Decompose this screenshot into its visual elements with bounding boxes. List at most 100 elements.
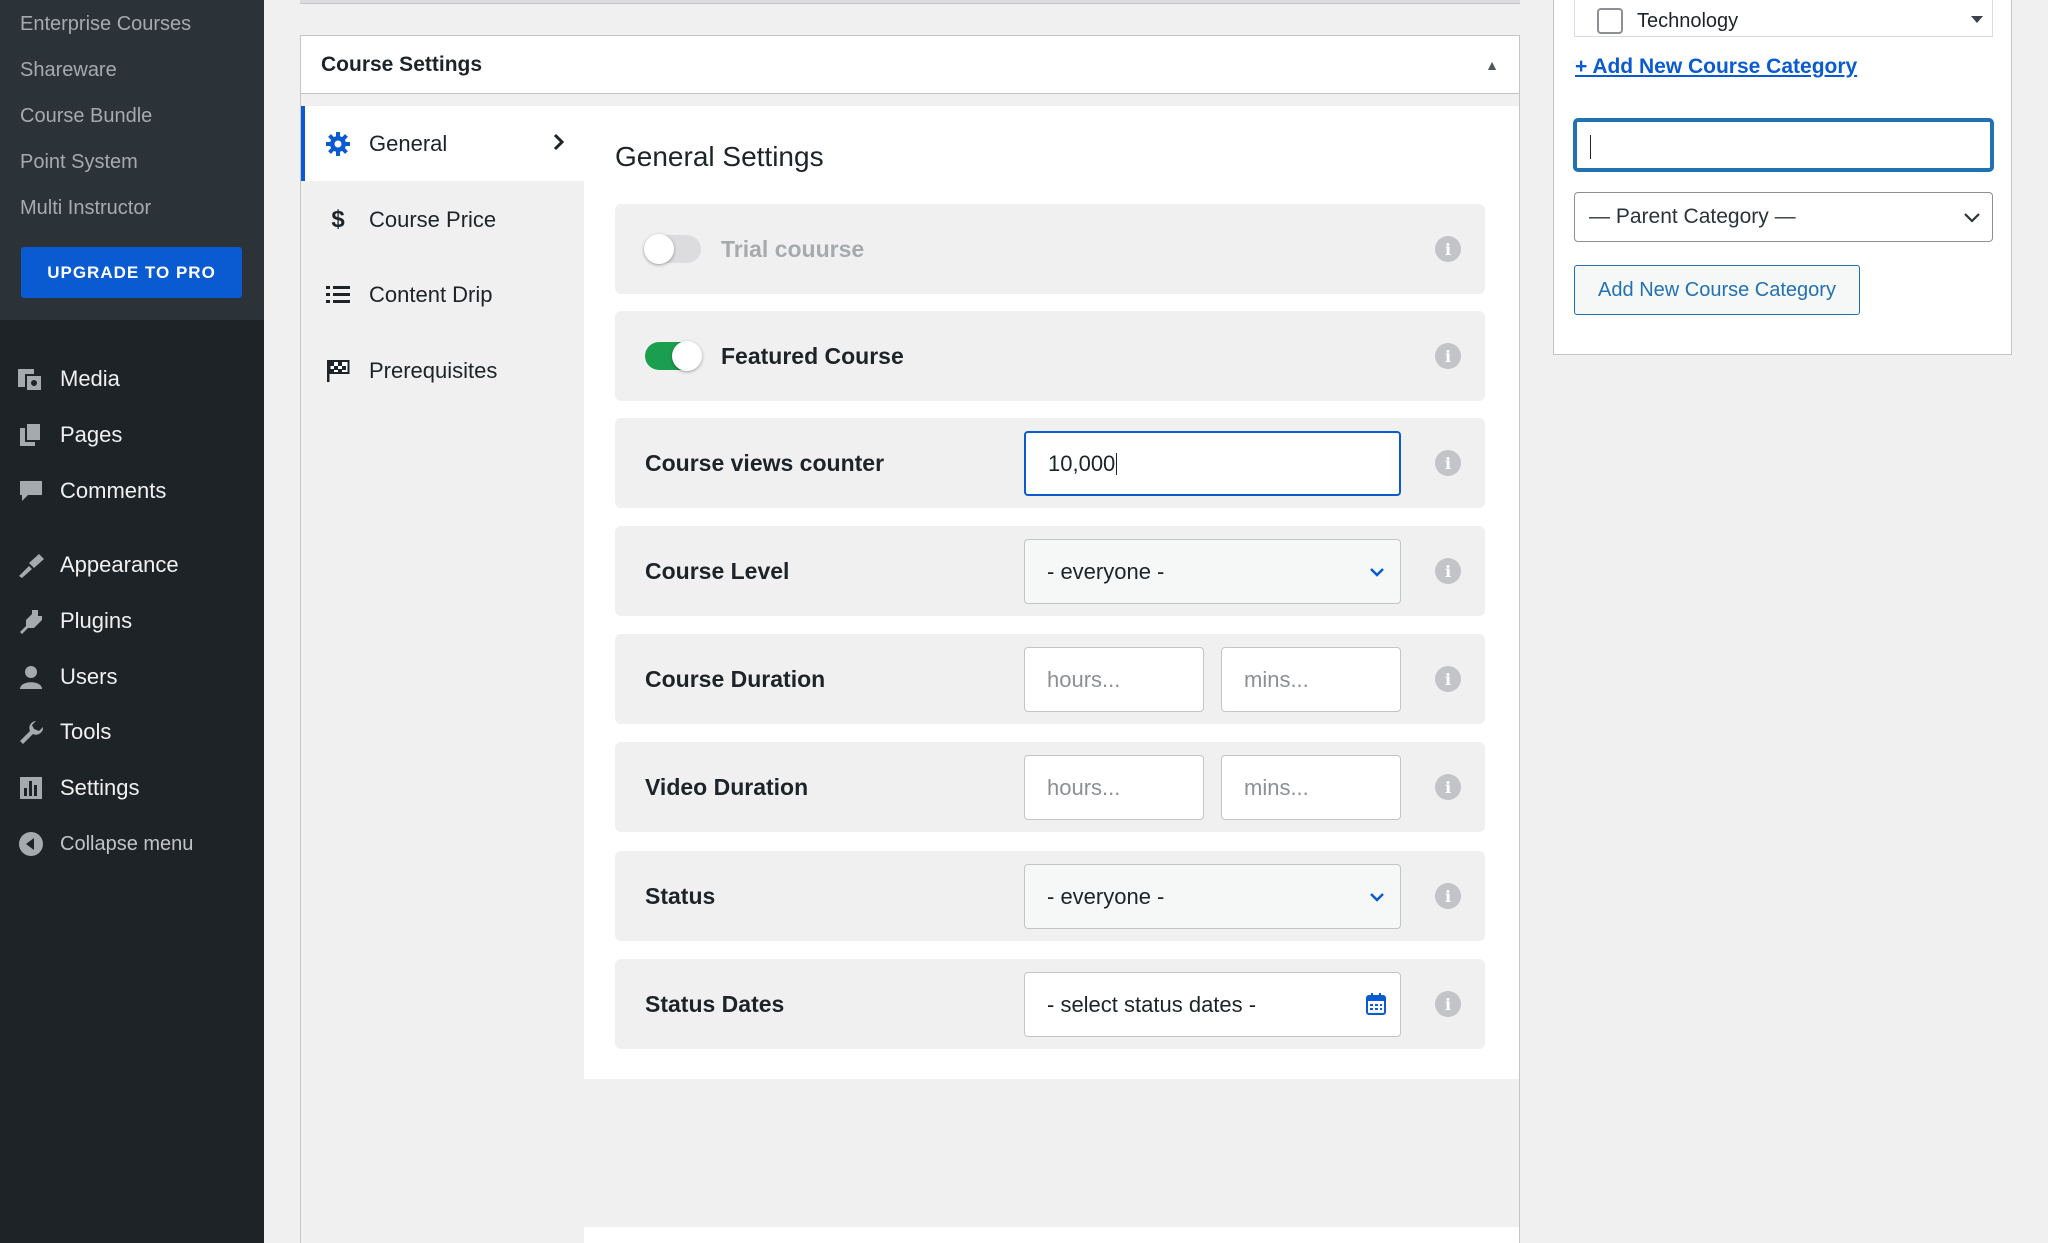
parent-category-select[interactable]: — Parent Category — — [1574, 192, 1993, 242]
course-category-box: Technology + Add New Course Category — P… — [1553, 0, 2012, 355]
tab-label: Prerequisites — [369, 357, 498, 383]
sidebar-item-comments[interactable]: Comments — [0, 468, 264, 514]
featured-course-toggle[interactable] — [645, 341, 702, 371]
sidebar-item-settings[interactable]: Settings — [0, 765, 264, 811]
tab-general[interactable]: General — [301, 106, 584, 181]
course-views-row: Course views counter 10,000 i — [615, 418, 1485, 508]
hours-placeholder: hours... — [1047, 666, 1121, 692]
category-checkbox-technology[interactable] — [1597, 8, 1623, 34]
course-duration-row: Course Duration hours... mins... i — [615, 634, 1485, 724]
scroll-down-icon[interactable] — [1970, 11, 1984, 29]
status-dates-label: Status Dates — [645, 990, 785, 1017]
gear-icon — [323, 131, 353, 156]
video-duration-hours-input[interactable]: hours... — [1024, 755, 1204, 820]
general-settings-panel: General Settings Trial couurse i Feature… — [584, 106, 1519, 1243]
video-duration-mins-input[interactable]: mins... — [1221, 755, 1401, 820]
video-duration-label: Video Duration — [645, 773, 809, 800]
sidebar-item-plugins[interactable]: Plugins — [0, 598, 264, 644]
mins-placeholder: mins... — [1244, 774, 1309, 800]
admin-sidebar: Enterprise Courses Shareware Course Bund… — [0, 0, 264, 1243]
sidebar-item-label: Settings — [60, 775, 140, 800]
tab-content-drip[interactable]: Content Drip — [301, 257, 584, 332]
category-label: Technology — [1637, 10, 1739, 32]
course-views-label: Course views counter — [645, 449, 885, 476]
course-level-select[interactable]: - everyone - — [1024, 539, 1401, 604]
trial-course-label: Trial couurse — [721, 235, 865, 262]
status-value: - everyone - — [1047, 883, 1165, 909]
appearance-icon — [16, 550, 46, 580]
status-dates-placeholder: - select status dates - — [1047, 991, 1257, 1017]
chevron-down-icon — [1962, 208, 1982, 234]
course-duration-mins-input[interactable]: mins... — [1221, 647, 1401, 712]
upgrade-to-pro-button[interactable]: UPGRADE TO PRO — [21, 247, 242, 298]
featured-course-label: Featured Course — [721, 342, 904, 369]
info-icon[interactable]: i — [1435, 991, 1461, 1017]
hours-placeholder: hours... — [1047, 774, 1121, 800]
parent-category-value: — Parent Category — — [1589, 205, 1796, 228]
collapse-toggle-icon[interactable]: ▲ — [1485, 57, 1499, 73]
list-icon — [323, 285, 353, 305]
course-duration-label: Course Duration — [645, 665, 826, 692]
info-icon[interactable]: i — [1435, 558, 1461, 584]
add-new-category-link[interactable]: + Add New Course Category — [1575, 55, 1857, 79]
panel-bottom-edge — [584, 1227, 1519, 1243]
course-settings-header: Course Settings ▲ — [301, 36, 1519, 94]
category-list: Technology — [1574, 0, 1993, 37]
text-cursor — [1116, 452, 1118, 475]
collapse-icon — [16, 829, 46, 859]
plugin-submenu: Enterprise Courses Shareware Course Bund… — [0, 0, 264, 320]
submenu-item-shareware[interactable]: Shareware — [20, 59, 117, 82]
sidebar-item-label: Appearance — [60, 552, 179, 577]
comments-icon — [16, 476, 46, 506]
info-icon[interactable]: i — [1435, 883, 1461, 909]
sidebar-item-label: Tools — [60, 719, 112, 744]
status-row: Status - everyone - i — [615, 851, 1485, 941]
add-new-category-button[interactable]: Add New Course Category — [1574, 265, 1860, 315]
sidebar-item-label: Media — [60, 366, 120, 391]
tools-icon — [16, 717, 46, 747]
sidebar-item-label: Users — [60, 664, 118, 689]
sidebar-item-label: Plugins — [60, 608, 133, 633]
flag-icon — [323, 359, 353, 383]
chevron-down-icon — [1368, 562, 1386, 588]
status-label: Status — [645, 882, 716, 909]
plugins-icon — [16, 606, 46, 636]
sidebar-item-tools[interactable]: Tools — [0, 709, 264, 755]
sidebar-item-media[interactable]: Media — [0, 356, 264, 402]
submenu-item-multi-instructor[interactable]: Multi Instructor — [20, 197, 151, 220]
trial-course-toggle[interactable] — [644, 234, 701, 264]
text-cursor — [1590, 135, 1591, 159]
dollar-icon: $ — [331, 205, 345, 233]
previous-box-edge — [300, 0, 1520, 4]
info-icon[interactable]: i — [1435, 450, 1461, 476]
course-level-value: - everyone - — [1047, 558, 1165, 584]
info-icon[interactable]: i — [1435, 343, 1461, 369]
new-category-input[interactable] — [1574, 119, 1993, 171]
course-level-row: Course Level - everyone - i — [615, 526, 1485, 616]
mins-placeholder: mins... — [1244, 666, 1309, 692]
tab-prerequisites[interactable]: Prerequisites — [301, 333, 584, 408]
tab-course-price[interactable]: $ Course Price — [301, 182, 584, 257]
settings-icon — [16, 773, 46, 803]
info-icon[interactable]: i — [1435, 774, 1461, 800]
status-dates-input[interactable]: - select status dates - — [1024, 972, 1401, 1037]
course-settings-title: Course Settings — [321, 52, 483, 76]
info-icon[interactable]: i — [1435, 666, 1461, 692]
sidebar-item-label: Comments — [60, 478, 167, 503]
tab-label: Content Drip — [369, 281, 493, 307]
sidebar-item-users[interactable]: Users — [0, 654, 264, 700]
status-dates-row: Status Dates - select status dates - i — [615, 959, 1485, 1049]
collapse-menu-label: Collapse menu — [60, 832, 194, 855]
submenu-item-point-system[interactable]: Point System — [20, 151, 138, 174]
course-views-input[interactable]: 10,000 — [1024, 431, 1401, 496]
calendar-icon[interactable] — [1366, 993, 1386, 1021]
status-select[interactable]: - everyone - — [1024, 864, 1401, 929]
collapse-menu-button[interactable]: Collapse menu — [0, 821, 264, 867]
info-icon[interactable]: i — [1435, 236, 1461, 262]
sidebar-item-pages[interactable]: Pages — [0, 412, 264, 458]
tab-label: Course Price — [369, 206, 497, 232]
course-duration-hours-input[interactable]: hours... — [1024, 647, 1204, 712]
sidebar-item-appearance[interactable]: Appearance — [0, 542, 264, 588]
submenu-item-enterprise-courses[interactable]: Enterprise Courses — [20, 13, 191, 36]
submenu-item-course-bundle[interactable]: Course Bundle — [20, 105, 152, 128]
